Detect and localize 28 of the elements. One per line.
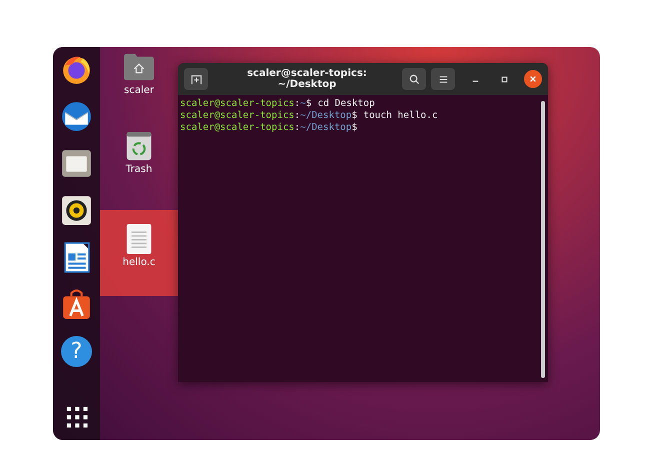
tab-plus-icon [190,74,202,84]
terminal-line: scaler@scaler-topics:~/Desktop$ touch hello.c [180,110,439,122]
new-tab-button[interactable] [184,68,208,90]
window-title: scaler@scaler-topics: ~/Desktop [246,68,368,90]
menu-button[interactable] [431,68,455,90]
menu-icon [438,74,448,84]
close-icon [529,75,537,83]
terminal-line: scaler@scaler-topics:~/Desktop$ [180,122,358,134]
icon-label: Trash [126,164,152,175]
app-grid-icon[interactable] [66,406,88,428]
maximize-icon [500,74,508,84]
desktop-icon[interactable]: scaler [100,52,178,98]
search-icon [408,74,420,84]
folder-icon[interactable] [60,147,93,180]
close-button[interactable] [524,70,542,88]
shopping-bag-icon[interactable] [60,288,93,321]
scrollbar[interactable] [541,101,545,378]
home-folder-icon [124,52,154,82]
desktop-icon[interactable]: hello.c [100,210,178,296]
icon-label: hello.c [122,257,156,268]
trash-icon [124,131,154,161]
terminal-line: scaler@scaler-topics:~$ cd Desktop [180,98,376,110]
text-file-icon [124,224,154,254]
speaker-icon[interactable] [60,194,93,227]
desktop-icon[interactable]: Trash [100,131,178,177]
icon-label: scaler [124,85,154,96]
search-button[interactable] [402,68,426,90]
mail-icon[interactable] [60,100,93,133]
